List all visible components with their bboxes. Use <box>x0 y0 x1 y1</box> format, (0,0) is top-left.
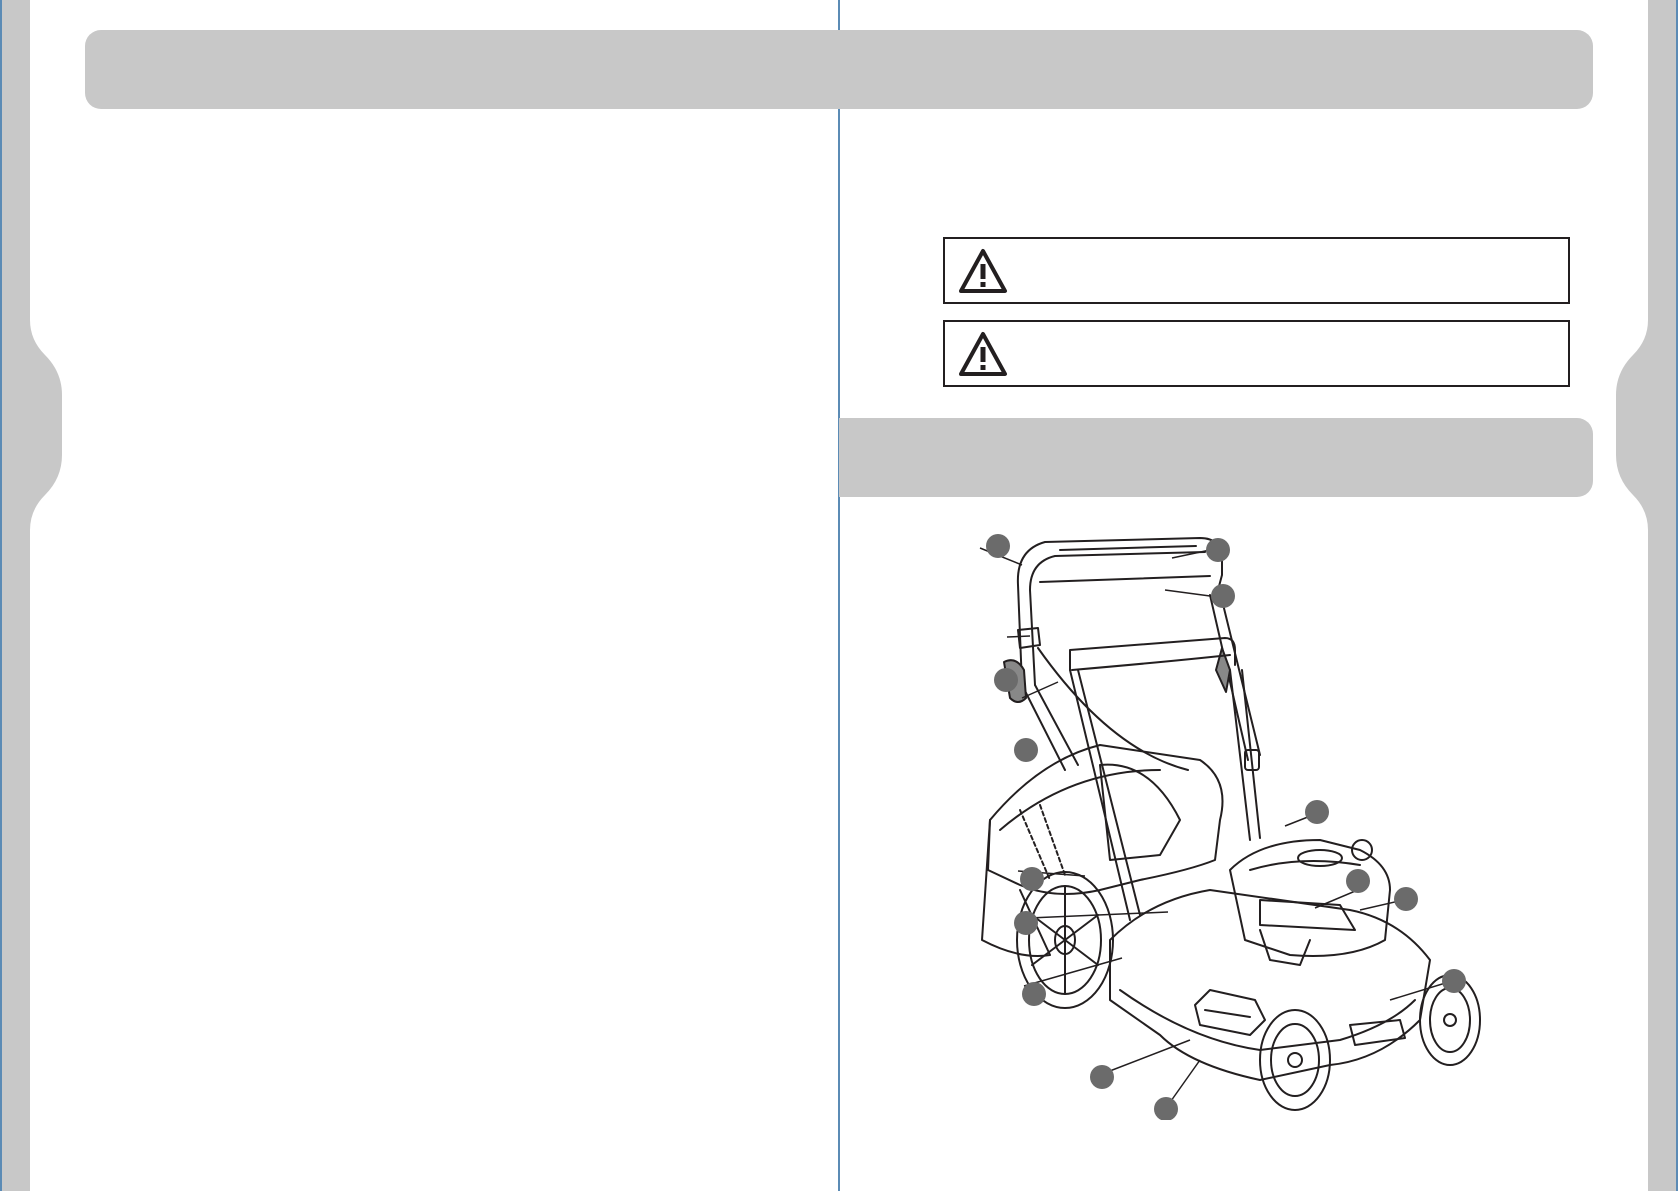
callout-14 <box>1154 1097 1178 1120</box>
warning-box-1 <box>943 237 1570 304</box>
lower-handle <box>1069 637 1236 671</box>
lawn-mower-illustration <box>979 534 1481 1120</box>
callout-12 <box>1442 969 1466 993</box>
callout-1 <box>986 534 1010 558</box>
warning-text-2 <box>1025 330 1556 377</box>
header-banner <box>85 30 1593 109</box>
warning-triangle-icon <box>959 249 1007 293</box>
warning-text-1 <box>1025 247 1556 294</box>
callout-7 <box>1020 867 1044 891</box>
right-side-tab <box>1616 0 1678 1191</box>
engine <box>1229 839 1391 957</box>
side-discharge <box>1194 989 1266 1036</box>
callout-3 <box>1211 584 1235 608</box>
callout-11 <box>1394 887 1418 911</box>
callout-13 <box>1090 1065 1114 1089</box>
mower-deck <box>1109 889 1431 1081</box>
callout-10 <box>1346 869 1370 893</box>
right-column-intro <box>870 130 1575 210</box>
warning-box-2 <box>943 320 1570 387</box>
callout-5 <box>1014 738 1038 762</box>
left-column-text <box>60 130 815 1160</box>
callout-8 <box>1014 911 1038 935</box>
section-banner <box>839 418 1593 497</box>
callout-2 <box>1206 538 1230 562</box>
callout-4 <box>994 668 1018 692</box>
callout-9 <box>1022 982 1046 1006</box>
warning-triangle-icon <box>959 332 1007 376</box>
callout-6 <box>1305 800 1329 824</box>
left-side-tab <box>0 0 62 1191</box>
